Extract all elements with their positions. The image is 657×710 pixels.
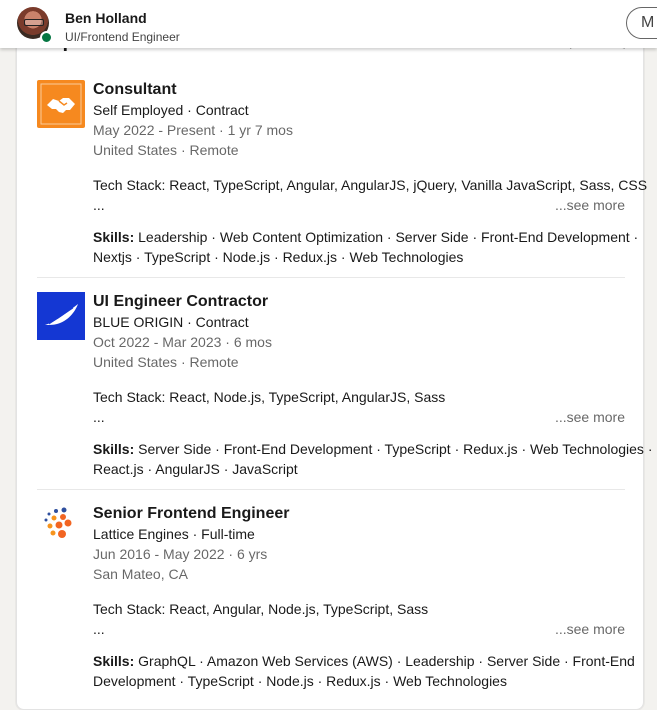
profile-name: Ben Holland xyxy=(65,10,147,26)
skills-text: Nextjs · TypeScript · Node.js · Redux.js… xyxy=(93,249,464,265)
skills-text: Server Side · Front-End Development · Ty… xyxy=(134,441,653,457)
divider xyxy=(37,277,625,278)
skills-text: Leadership · Web Content Optimization · … xyxy=(134,229,639,245)
more-button[interactable]: M xyxy=(626,7,657,39)
skills-label: Skills: xyxy=(93,441,135,457)
job-location: San Mateo, CA xyxy=(93,566,188,582)
date-range: May 2022 - Present · 1 yr 7 mos xyxy=(93,122,293,138)
lattice-dots-icon[interactable] xyxy=(37,504,85,552)
experience-item: UI Engineer Contractor BLUE ORIGIN · Con… xyxy=(37,292,652,482)
experience-item: Senior Frontend Engineer Lattice Engines… xyxy=(37,504,635,694)
skills-list[interactable]: Skills: Leadership · Web Content Optimiz… xyxy=(93,227,638,267)
see-more-link[interactable]: ...see more xyxy=(555,195,625,215)
description-text: Tech Stack: React, Node.js, TypeScript, … xyxy=(93,389,446,405)
skills-text: GraphQL · Amazon Web Services (AWS) · Le… xyxy=(134,653,635,669)
skills-list[interactable]: Skills: GraphQL · Amazon Web Services (A… xyxy=(93,651,635,691)
skills-label: Skills: xyxy=(93,653,135,669)
company-line: BLUE ORIGIN · Contract xyxy=(93,314,249,330)
date-range: Jun 2016 - May 2022 · 6 yrs xyxy=(93,546,268,562)
description-ellipsis: ... xyxy=(93,621,105,637)
skills-list[interactable]: Skills: Server Side · Front-End Developm… xyxy=(93,439,652,479)
company-line: Lattice Engines · Full-time xyxy=(93,526,255,542)
skills-label: Skills: xyxy=(93,229,135,245)
sticky-profile-header: Ben Holland UI/Frontend Engineer M xyxy=(0,0,657,48)
job-description: Tech Stack: React, Angular, Node.js, Typ… xyxy=(93,599,625,639)
date-range: Oct 2022 - Mar 2023 · 6 mos xyxy=(93,334,272,350)
description-text: Tech Stack: React, Angular, Node.js, Typ… xyxy=(93,601,429,617)
skills-text: React.js · AngularJS · JavaScript xyxy=(93,461,298,477)
job-location: United States · Remote xyxy=(93,142,239,158)
company-line: Self Employed · Contract xyxy=(93,102,249,118)
see-more-link[interactable]: ...see more xyxy=(555,619,625,639)
see-more-link[interactable]: ...see more xyxy=(555,407,625,427)
skills-text: Development · TypeScript · Node.js · Red… xyxy=(93,673,507,689)
job-location: United States · Remote xyxy=(93,354,239,370)
experience-item: Consultant Self Employed · Contract May … xyxy=(37,80,648,270)
handshake-icon[interactable] xyxy=(37,80,85,128)
job-title[interactable]: Consultant xyxy=(93,80,625,100)
description-ellipsis: ... xyxy=(93,197,105,213)
job-description: Tech Stack: React, Node.js, TypeScript, … xyxy=(93,387,625,427)
profile-headline: UI/Frontend Engineer xyxy=(65,30,180,44)
description-ellipsis: ... xyxy=(93,409,105,425)
job-title[interactable]: Senior Frontend Engineer xyxy=(93,504,625,524)
divider xyxy=(37,489,625,490)
job-description: Tech Stack: React, TypeScript, Angular, … xyxy=(93,175,648,215)
online-status-icon xyxy=(40,31,53,44)
job-title[interactable]: UI Engineer Contractor xyxy=(93,292,625,312)
feather-icon[interactable] xyxy=(37,292,85,340)
description-text: Tech Stack: React, TypeScript, Angular, … xyxy=(93,177,648,193)
